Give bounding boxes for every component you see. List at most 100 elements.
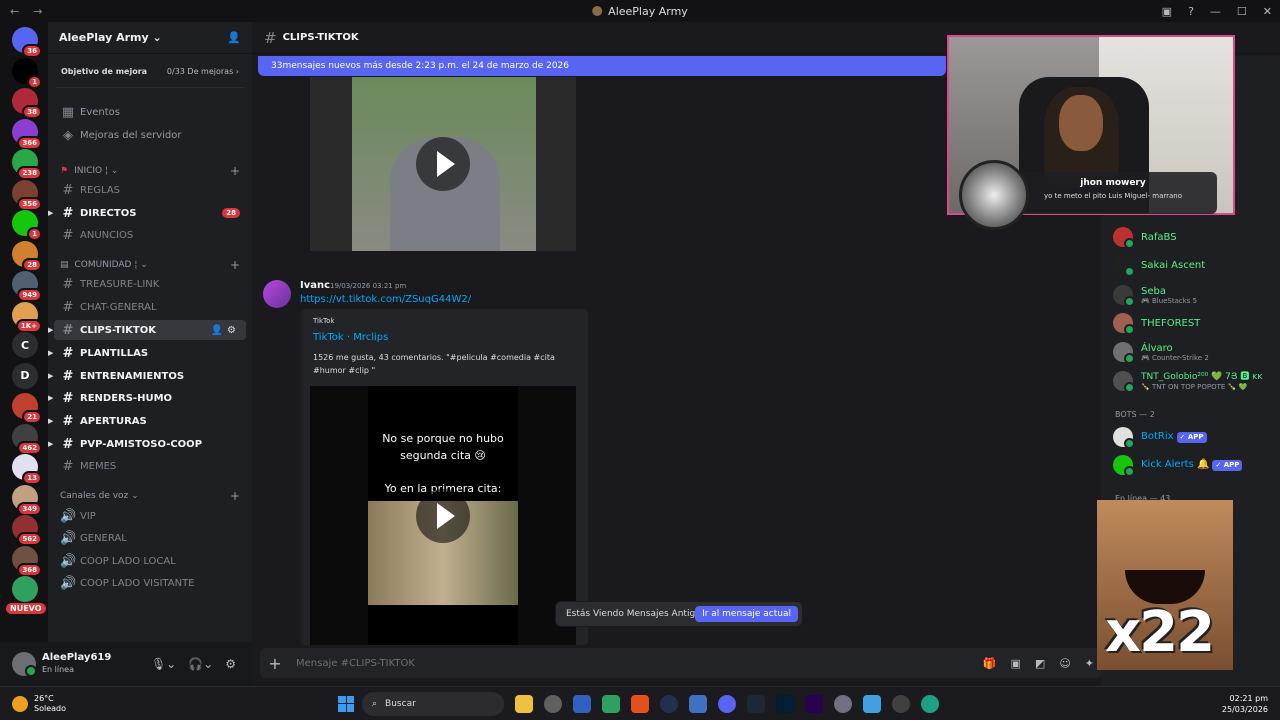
channel-anuncios[interactable]: # ANUNCIOS	[48, 225, 252, 245]
play-icon[interactable]	[416, 137, 470, 191]
server-icon[interactable]: 1K+	[12, 301, 42, 333]
server-icon[interactable]: 562	[12, 515, 42, 546]
avatar[interactable]	[12, 652, 37, 677]
server-icon[interactable]: 356	[12, 179, 42, 211]
channel-directos[interactable]: ▶ # DIRECTOS 28	[48, 203, 252, 223]
add-member-icon[interactable]: 👤	[227, 31, 241, 44]
edge-icon[interactable]	[921, 694, 939, 713]
jump-to-present-button[interactable]: Ir al mensaje actual	[695, 606, 798, 622]
help-icon[interactable]: ?	[1188, 5, 1194, 18]
channel-clips-tiktok[interactable]: ▶ # CLIPS-TIKTOK 👤 ⚙	[48, 320, 246, 340]
taskbar-search[interactable]: ⌕ Buscar	[362, 691, 504, 716]
server-boosts-link[interactable]: ◈ Mejoras del servidor	[48, 125, 252, 145]
microphone-icon[interactable]: 🎙⌄	[151, 657, 176, 671]
app-icon[interactable]	[660, 694, 678, 713]
channel-aperturas[interactable]: ▶ # APERTURAS	[48, 411, 252, 431]
guild-header[interactable]: AleePlay Army ⌄ 👤	[48, 22, 252, 54]
premiere-icon[interactable]	[805, 694, 823, 713]
close-button[interactable]: ✕	[1263, 5, 1272, 18]
avatar[interactable]	[263, 280, 291, 308]
boost-goal[interactable]: Objetivo de mejora 0/33 De mejoras ›	[56, 62, 244, 88]
add-channel-icon[interactable]: +	[230, 258, 240, 272]
add-channel-icon[interactable]: +	[230, 164, 240, 178]
play-icon[interactable]	[416, 488, 470, 543]
server-icon[interactable]: D	[12, 362, 38, 389]
server-icon[interactable]: C	[12, 332, 38, 358]
server-icon[interactable]: 238	[12, 149, 42, 180]
brave-browser-icon[interactable]	[631, 694, 649, 713]
server-icon[interactable]: 21	[12, 393, 42, 424]
gif-icon[interactable]: ▣	[1011, 657, 1021, 670]
tiktok-video[interactable]: No se porque no hubo segunda cita 😢 Yo e…	[310, 386, 576, 645]
member-item[interactable]: Seba 🎮 BlueStacks 5	[1113, 283, 1197, 307]
forward-arrow-icon[interactable]: →	[33, 5, 42, 18]
system-clock[interactable]: 02:21 pm 25/03/2026	[1222, 693, 1268, 715]
sticker-icon[interactable]: ◩	[1035, 657, 1045, 670]
message-link[interactable]: https://vt.tiktok.com/ZSuqG44W2/	[300, 294, 471, 305]
server-icon[interactable]: 949	[12, 271, 42, 302]
channel-plantillas[interactable]: ▶ # PLANTILLAS	[48, 343, 252, 363]
calculator-icon[interactable]	[689, 694, 707, 713]
member-item[interactable]: TNT_Golobio²⁰⁰ 💚 7Յ 🅱 ᴋᴋ 🍾 TNT ON TOP POP…	[1113, 369, 1263, 393]
headphones-icon[interactable]: 🎧⌄	[188, 657, 213, 671]
gear-icon[interactable]: ⚙	[227, 325, 236, 336]
voice-general[interactable]: 🔊 GENERAL	[48, 528, 252, 548]
attach-icon[interactable]: +	[260, 654, 290, 673]
app-icon[interactable]	[602, 694, 620, 713]
voice-coop-lado-local[interactable]: 🔊 COOP LADO LOCAL	[48, 551, 252, 571]
voice-vip[interactable]: 🔊 VIP	[48, 506, 252, 526]
member-item[interactable]: Álvaro 🎮 Counter-Strike 2	[1113, 340, 1209, 364]
category-voice[interactable]: Canales de voz ⌄ +	[48, 487, 252, 505]
category-comunidad[interactable]: ▤ COMUNIDAD ¦ ⌄ +	[48, 256, 252, 274]
channel-reglas[interactable]: # REGLAS	[48, 180, 252, 200]
server-icon[interactable]: 38	[12, 88, 42, 119]
maximize-button[interactable]: ☐	[1237, 5, 1247, 18]
steam-icon[interactable]	[747, 694, 765, 713]
back-arrow-icon[interactable]: ←	[10, 5, 19, 18]
channel-chat-general[interactable]: # CHAT-GENERAL	[48, 297, 252, 317]
previous-video-embed[interactable]	[310, 77, 576, 251]
server-icon[interactable]: 28	[12, 240, 42, 272]
new-messages-bar[interactable]: 33mensajes nuevos más desde 2:23 p.m. el…	[258, 56, 946, 76]
emoji-icon[interactable]: ☺	[1059, 657, 1070, 670]
channel-pvp-amistoso-coop[interactable]: ▶ # PVP-AMISTOSO-COOP	[48, 434, 252, 454]
category-inicio[interactable]: ⚑ INICIO ¦ ⌄ +	[48, 162, 252, 180]
member-item[interactable]: RafaBS	[1113, 225, 1177, 249]
embed-title[interactable]: TikTok · Mrclips	[313, 332, 388, 343]
server-icon[interactable]	[12, 576, 38, 602]
gift-icon[interactable]: 🎁	[983, 657, 997, 670]
media-player-icon[interactable]	[892, 694, 910, 713]
apps-icon[interactable]: ✦	[1085, 657, 1094, 670]
photoshop-icon[interactable]	[776, 694, 794, 713]
add-channel-icon[interactable]: +	[230, 489, 240, 503]
start-button[interactable]	[338, 695, 354, 712]
gear-icon[interactable]: ⚙	[225, 657, 236, 671]
channel-memes[interactable]: # MEMES	[48, 456, 252, 476]
server-icon[interactable]: 462	[12, 423, 42, 455]
channel-entrenamientos[interactable]: ▶ # ENTRENAMIENTOS	[48, 366, 252, 386]
invite-icon[interactable]: 👤	[211, 325, 223, 336]
server-icon[interactable]: 366	[12, 118, 42, 150]
events-link[interactable]: ▦ Eventos	[48, 102, 252, 122]
discord-icon[interactable]	[718, 694, 736, 713]
member-item[interactable]: THEFOREST	[1113, 311, 1200, 335]
channel-treasure-link[interactable]: # TREASURE-LINK	[48, 274, 252, 294]
message-input[interactable]: Mensaje #CLIPS-TIKTOK	[296, 658, 415, 669]
file-explorer-icon[interactable]	[515, 694, 533, 713]
member-item[interactable]: Sakai Ascent	[1113, 253, 1205, 277]
weather-widget[interactable]: 26°C Soleado	[12, 694, 66, 714]
voice-coop-lado-visitante[interactable]: 🔊 COOP LADO VISITANTE	[48, 573, 252, 593]
inbox-icon[interactable]: ▣	[1162, 5, 1172, 18]
bot-item[interactable]: BotRix ✓ APP	[1113, 425, 1207, 449]
minimize-button[interactable]: —	[1210, 5, 1221, 18]
user-info[interactable]: AleePlay619 En línea	[42, 652, 111, 676]
app-icon[interactable]	[573, 694, 591, 713]
server-icon[interactable]: 36	[12, 27, 42, 58]
server-icon[interactable]: 349	[12, 484, 42, 516]
app-icon[interactable]	[544, 694, 562, 713]
server-icon[interactable]: 368	[12, 545, 42, 577]
server-icon[interactable]: 13	[12, 454, 42, 485]
server-icon[interactable]: 1	[12, 57, 42, 89]
notepad-icon[interactable]	[863, 694, 881, 713]
server-icon[interactable]: 1	[12, 210, 42, 241]
